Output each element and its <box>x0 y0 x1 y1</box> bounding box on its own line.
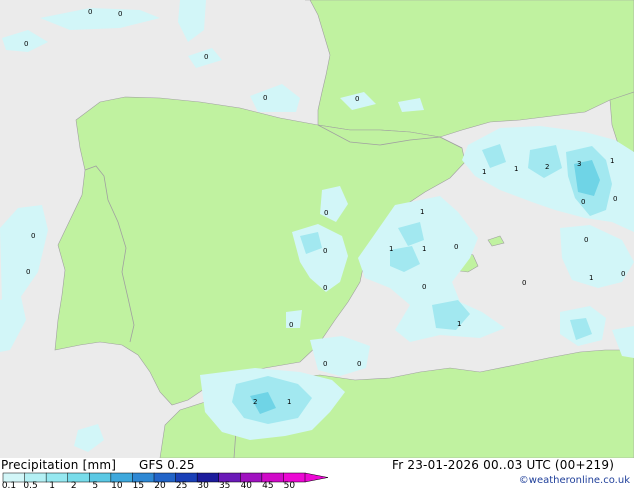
value-label: 0 <box>31 232 35 240</box>
legend-arrow <box>304 472 329 483</box>
value-label: 0 <box>323 247 327 255</box>
value-label: 1 <box>422 245 426 253</box>
value-label: 0 <box>522 279 526 287</box>
value-label: 0 <box>323 284 327 292</box>
value-label: 3 <box>577 160 581 168</box>
value-label: 0 <box>118 10 122 18</box>
value-label: 0 <box>324 209 328 217</box>
value-label: 1 <box>420 208 424 216</box>
value-label: 0 <box>454 243 458 251</box>
value-label: 2 <box>253 398 257 406</box>
value-label: 0 <box>584 236 588 244</box>
value-label: 0 <box>24 40 28 48</box>
value-label: 1 <box>589 274 593 282</box>
value-label: 0 <box>581 198 585 206</box>
value-label: 1 <box>389 245 393 253</box>
value-label: 0 <box>289 321 293 329</box>
value-label: 1 <box>610 157 614 165</box>
value-label: 2 <box>545 163 549 171</box>
value-label: 1 <box>482 168 486 176</box>
value-label: 0 <box>613 195 617 203</box>
value-label: 1 <box>457 320 461 328</box>
value-label: 0 <box>355 95 359 103</box>
value-label: 0 <box>323 360 327 368</box>
value-label: 1 <box>514 165 518 173</box>
value-label: 0 <box>88 8 92 16</box>
map-canvas: 0 0 0 0 0 0 0 1 1 2 3 1 0 0 0 1 0 1 1 0 … <box>0 0 634 458</box>
value-label: 0 <box>204 53 208 61</box>
value-label: 0 <box>422 283 426 291</box>
value-label: 1 <box>287 398 291 406</box>
map-footer: Precipitation [mm] GFS 0.25 Fr 23-01-202… <box>0 458 634 491</box>
value-label: 0 <box>263 94 267 102</box>
value-label: 0 <box>621 270 625 278</box>
credit-text: ©weatheronline.co.uk <box>518 475 630 486</box>
value-label: 0 <box>357 360 361 368</box>
forecast-map: 0 0 0 0 0 0 0 1 1 2 3 1 0 0 0 1 0 1 1 0 … <box>0 0 634 458</box>
value-label: 0 <box>26 268 30 276</box>
